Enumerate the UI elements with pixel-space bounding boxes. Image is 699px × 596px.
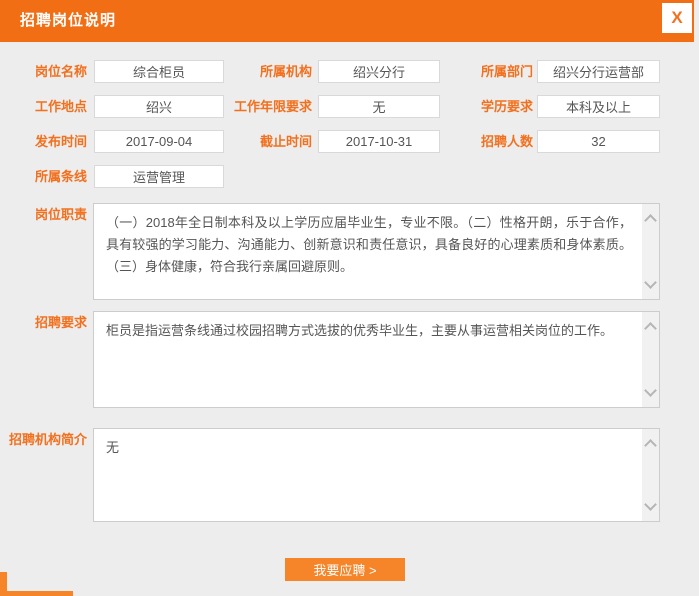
chevron-down-icon[interactable] [644, 276, 657, 289]
headcount-field[interactable] [537, 130, 660, 153]
close-icon[interactable]: X [662, 3, 692, 33]
institution-intro-scrollbar[interactable] [642, 429, 659, 521]
chevron-up-icon[interactable] [644, 439, 657, 452]
chevron-down-icon[interactable] [644, 498, 657, 511]
publish-date-field[interactable] [94, 130, 224, 153]
field-label-institution: 所属机构 [225, 60, 312, 83]
responsibilities-textarea[interactable]: （一）2018年全日制本科及以上学历应届毕业生，专业不限。（二）性格开朗，乐于合… [93, 203, 660, 300]
department-field[interactable] [537, 60, 660, 83]
requirements-text: 柜员是指运营条线通过校园招聘方式选拔的优秀毕业生，主要从事运营相关岗位的工作。 [94, 312, 642, 407]
field-label-deadline: 截止时间 [225, 130, 312, 153]
background-page-fragment [0, 572, 7, 591]
institution-intro-text: 无 [94, 429, 642, 521]
dialog-header: 招聘岗位说明 [0, 0, 694, 42]
institution-intro-textarea[interactable]: 无 [93, 428, 660, 522]
apply-button[interactable]: 我要应聘 > [285, 558, 405, 581]
field-label-business-line: 所属条线 [0, 165, 87, 188]
chevron-down-icon[interactable] [644, 384, 657, 397]
background-page-fragment [0, 591, 73, 596]
field-label-headcount: 招聘人数 [445, 130, 533, 153]
responsibilities-text: （一）2018年全日制本科及以上学历应届毕业生，专业不限。（二）性格开朗，乐于合… [94, 204, 642, 299]
field-label-position-name: 岗位名称 [0, 60, 87, 83]
field-label-institution-intro: 招聘机构简介 [0, 428, 87, 451]
field-label-work-location: 工作地点 [0, 95, 87, 118]
field-label-department: 所属部门 [445, 60, 533, 83]
education-field[interactable] [537, 95, 660, 118]
field-label-publish-date: 发布时间 [0, 130, 87, 153]
deadline-field[interactable] [318, 130, 440, 153]
field-label-requirements: 招聘要求 [0, 311, 87, 334]
field-label-experience: 工作年限要求 [225, 95, 312, 118]
business-line-field[interactable] [94, 165, 224, 188]
chevron-up-icon[interactable] [644, 322, 657, 335]
position-name-field[interactable] [94, 60, 224, 83]
field-label-responsibilities: 岗位职责 [0, 203, 87, 226]
requirements-scrollbar[interactable] [642, 312, 659, 407]
responsibilities-scrollbar[interactable] [642, 204, 659, 299]
requirements-textarea[interactable]: 柜员是指运营条线通过校园招聘方式选拔的优秀毕业生，主要从事运营相关岗位的工作。 [93, 311, 660, 408]
experience-field[interactable] [318, 95, 440, 118]
chevron-up-icon[interactable] [644, 214, 657, 227]
institution-field[interactable] [318, 60, 440, 83]
field-label-education: 学历要求 [445, 95, 533, 118]
work-location-field[interactable] [94, 95, 224, 118]
dialog-title: 招聘岗位说明 [0, 0, 694, 42]
